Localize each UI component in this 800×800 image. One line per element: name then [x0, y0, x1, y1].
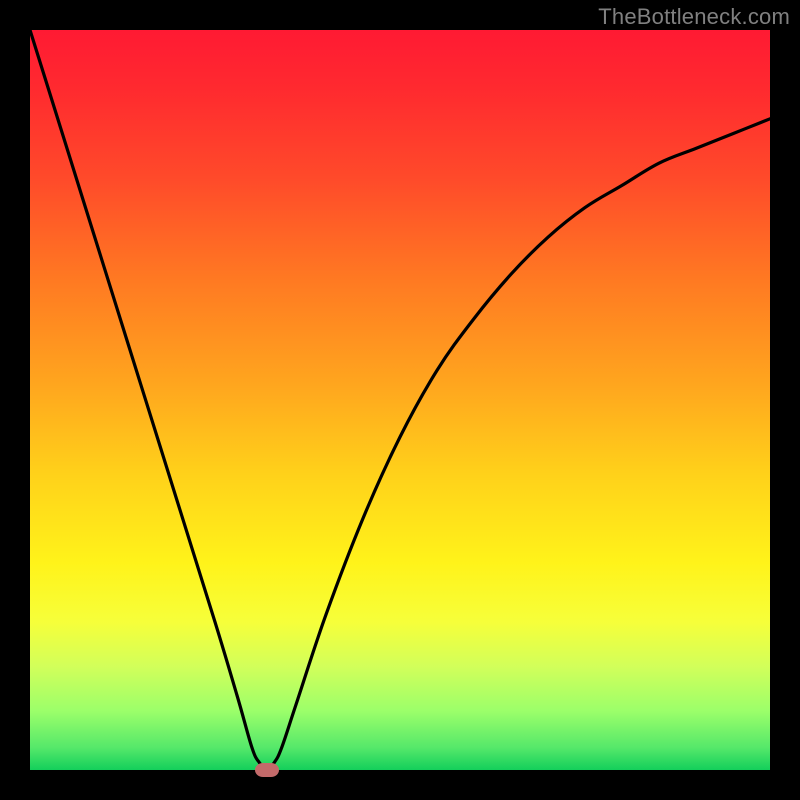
bottleneck-curve [30, 30, 770, 770]
plot-area [30, 30, 770, 770]
optimum-marker [255, 763, 279, 777]
chart-frame: TheBottleneck.com [0, 0, 800, 800]
curve-svg [30, 30, 770, 770]
watermark-text: TheBottleneck.com [598, 4, 790, 30]
